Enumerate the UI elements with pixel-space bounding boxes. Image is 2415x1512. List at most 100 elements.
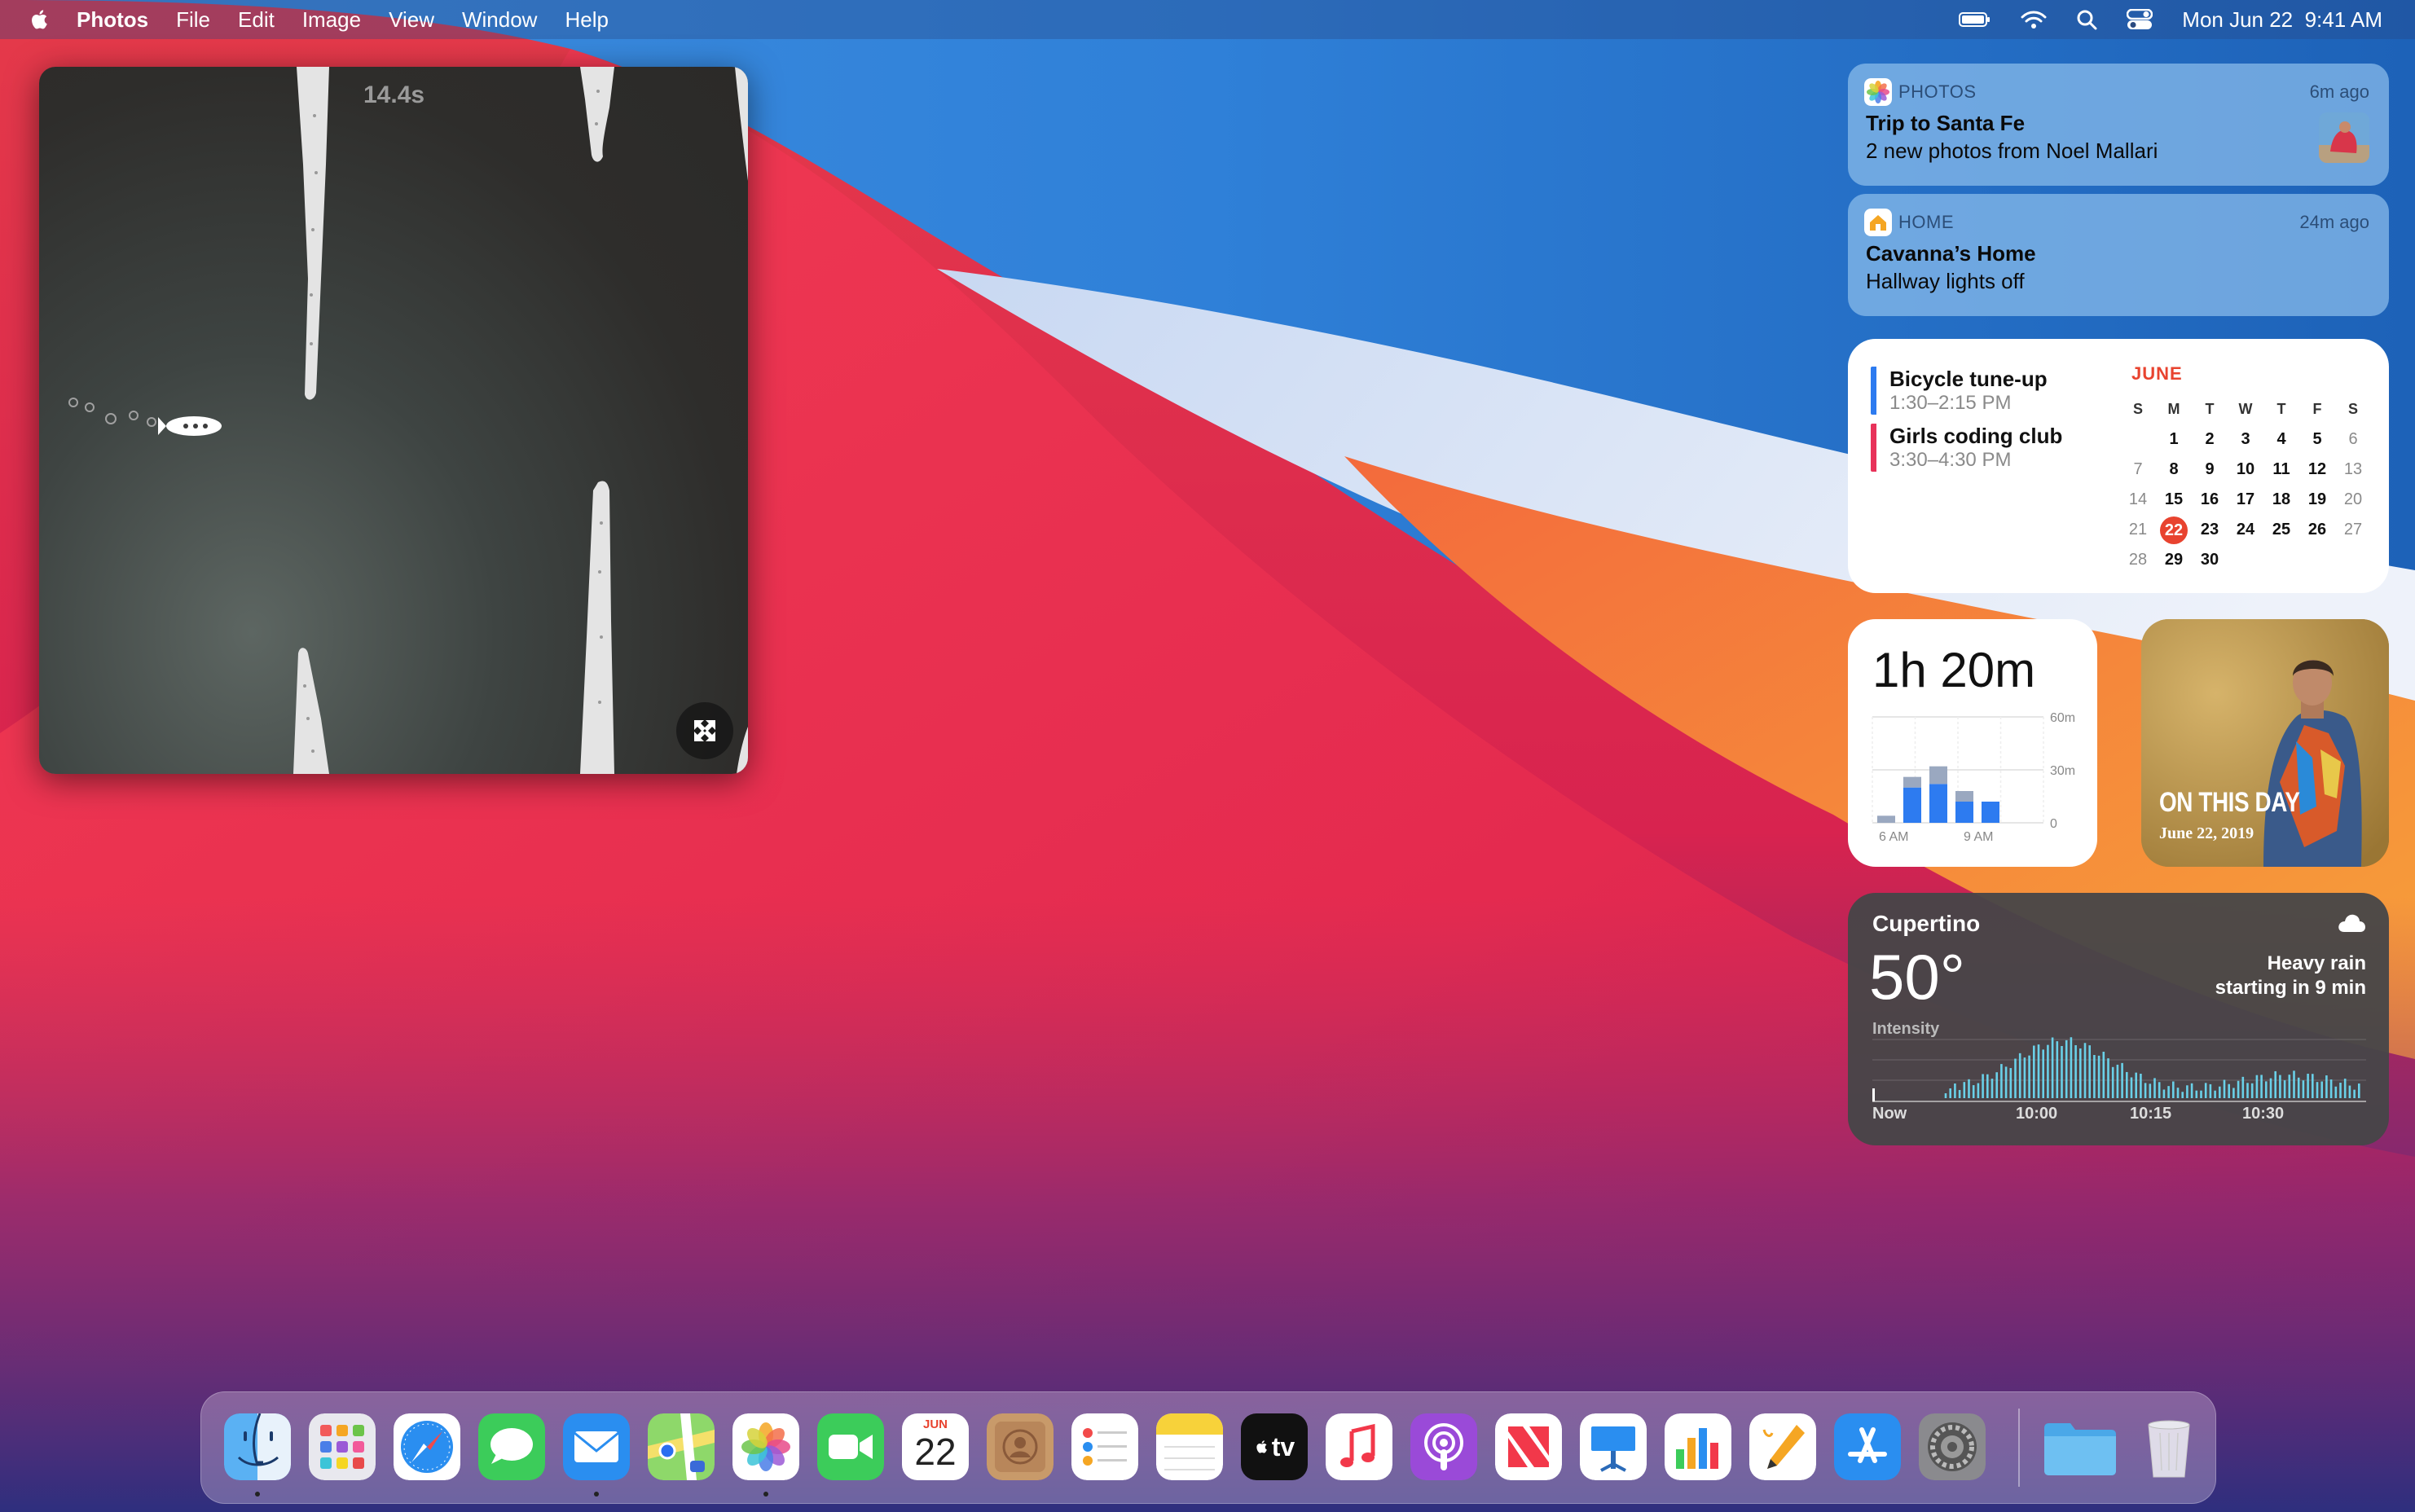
facetime-icon[interactable] (817, 1413, 884, 1480)
calendar-day[interactable]: 5 (2299, 430, 2335, 449)
weather-widget[interactable]: Cupertino 50° Heavy rain starting in 9 m… (1848, 893, 2389, 1145)
calendar-icon[interactable]: JUN 22 (902, 1413, 969, 1480)
calendar-weekday: T (2276, 401, 2286, 417)
calendar-day[interactable]: 4 (2263, 430, 2299, 449)
numbers-icon[interactable] (1665, 1413, 1731, 1480)
reminders-icon[interactable] (1071, 1413, 1138, 1480)
mail-icon[interactable] (563, 1413, 630, 1480)
apple-menu-icon[interactable] (28, 7, 52, 32)
event-time: 3:30–4:30 PM (1889, 449, 2012, 471)
calendar-day[interactable]: 30 (2192, 551, 2228, 569)
wifi-icon[interactable] (2021, 10, 2047, 29)
dock-separator (2018, 1409, 2020, 1487)
calendar-widget[interactable]: Bicycle tune-up 1:30–2:15 PM Girls codin… (1848, 339, 2389, 593)
calendar-day-number: 30 (2200, 551, 2219, 569)
calendar-weekday: S (2347, 401, 2358, 417)
rock-bottom-1 (293, 648, 329, 774)
calendar-day[interactable]: 10 (2228, 460, 2263, 479)
calendar-day[interactable]: 25 (2263, 521, 2299, 539)
safari-icon[interactable] (394, 1413, 460, 1480)
calendar-day[interactable]: 11 (2263, 460, 2299, 479)
calendar-day[interactable]: 16 (2192, 490, 2228, 509)
timeline-1030: 10:30 (2242, 1105, 2285, 1123)
calendar-day[interactable]: 2 (2192, 430, 2228, 449)
menu-edit[interactable]: Edit (238, 7, 275, 33)
trash-icon[interactable] (2136, 1413, 2202, 1480)
calendar-day-today[interactable]: 22 (2156, 516, 2192, 544)
menu-view[interactable]: View (389, 7, 434, 33)
menu-window[interactable]: Window (462, 7, 537, 33)
calendar-day-number: 24 (2236, 521, 2255, 538)
screen-time-bar-other (1903, 776, 1921, 788)
calendar-day[interactable]: 17 (2228, 490, 2263, 509)
menu-file[interactable]: File (176, 7, 210, 33)
event-title: Bicycle tune-up (1889, 367, 2048, 391)
battery-icon[interactable] (1959, 11, 1991, 28)
search-icon[interactable] (2076, 9, 2097, 30)
app-store-icon[interactable] (1834, 1413, 1901, 1480)
expand-icon (694, 720, 715, 741)
photo-memories-widget[interactable]: ON THIS DAY June 22, 2019 (2141, 619, 2389, 867)
calendar-day-number: 4 (2276, 430, 2286, 448)
contacts-icon[interactable] (987, 1413, 1054, 1480)
calendar-day[interactable]: 29 (2156, 551, 2192, 569)
screen-time-bar-other (1929, 766, 1947, 785)
calendar-day[interactable]: 8 (2156, 460, 2192, 479)
menu-help[interactable]: Help (565, 7, 608, 33)
calendar-day[interactable]: 24 (2228, 521, 2263, 539)
precipitation-chart (1872, 1037, 2366, 1102)
menu-app-name[interactable]: Photos (77, 7, 148, 33)
calendar-event[interactable]: Girls coding club 3:30–4:30 PM (1871, 424, 2062, 472)
calendar-week-row: 21 22 23 24 25 26 27 (2120, 515, 2374, 545)
calendar-day[interactable]: 7 (2120, 460, 2156, 479)
calendar-day[interactable]: 14 (2120, 490, 2156, 509)
podcasts-icon[interactable] (1410, 1413, 1477, 1480)
messages-icon[interactable] (478, 1413, 545, 1480)
menubar-clock[interactable]: Mon Jun 22 9:41 AM (2182, 7, 2382, 33)
rock-edge-right-bottom (737, 727, 748, 774)
calendar-day[interactable]: 23 (2192, 521, 2228, 539)
system-preferences-icon[interactable] (1919, 1413, 1986, 1480)
downloads-folder-icon[interactable] (2041, 1413, 2119, 1480)
pip-video-window[interactable]: 14.4s (39, 67, 748, 774)
calendar-day[interactable]: 15 (2156, 490, 2192, 509)
calendar-day[interactable]: 28 (2120, 551, 2156, 569)
calendar-day[interactable]: 6 (2335, 430, 2371, 449)
calendar-day-number: 12 (2307, 460, 2327, 478)
calendar-day[interactable]: 18 (2263, 490, 2299, 509)
pages-icon[interactable] (1749, 1413, 1816, 1480)
maps-icon[interactable] (648, 1413, 715, 1480)
notification-photos[interactable]: PHOTOS 6m ago Trip to Santa Fe 2 new pho… (1848, 64, 2389, 186)
calendar-weekday-row: SMTWTFS (2120, 394, 2374, 424)
calendar-icon-day: 22 (914, 1431, 957, 1473)
keynote-icon[interactable] (1580, 1413, 1647, 1480)
calendar-day[interactable]: 3 (2228, 430, 2263, 449)
calendar-day[interactable]: 12 (2299, 460, 2335, 479)
calendar-weekday: S (2132, 401, 2143, 417)
menu-image[interactable]: Image (302, 7, 361, 33)
calendar-day[interactable]: 21 (2120, 521, 2156, 539)
finder-icon[interactable] (224, 1413, 291, 1480)
apple-tv-icon[interactable]: tv (1241, 1413, 1308, 1480)
music-icon[interactable] (1326, 1413, 1392, 1480)
photos-icon[interactable] (732, 1413, 799, 1480)
calendar-day[interactable]: 19 (2299, 490, 2335, 509)
pip-expand-button[interactable] (676, 702, 733, 759)
y-tick-label: 30m (2050, 764, 2075, 778)
calendar-day[interactable]: 26 (2299, 521, 2335, 539)
game-timer: 14.4s (363, 81, 425, 108)
notification-home[interactable]: HOME 24m ago Cavanna’s Home Hallway ligh… (1848, 194, 2389, 316)
screen-time-widget[interactable]: 1h 20m 60m 30m 0 6 AM 9 AM (1848, 619, 2097, 867)
apple-tv-label: tv (1271, 1431, 1295, 1461)
calendar-event[interactable]: Bicycle tune-up 1:30–2:15 PM (1871, 367, 2048, 415)
launchpad-icon[interactable] (309, 1413, 376, 1480)
calendar-day[interactable]: 20 (2335, 490, 2371, 509)
timeline-1000: 10:00 (2016, 1105, 2058, 1123)
notes-icon[interactable] (1156, 1413, 1223, 1480)
news-icon[interactable] (1495, 1413, 1562, 1480)
calendar-day[interactable]: 9 (2192, 460, 2228, 479)
control-center-icon[interactable] (2127, 9, 2153, 30)
calendar-day[interactable]: 13 (2335, 460, 2371, 479)
calendar-day[interactable]: 1 (2156, 430, 2192, 449)
calendar-day[interactable]: 27 (2335, 521, 2371, 539)
